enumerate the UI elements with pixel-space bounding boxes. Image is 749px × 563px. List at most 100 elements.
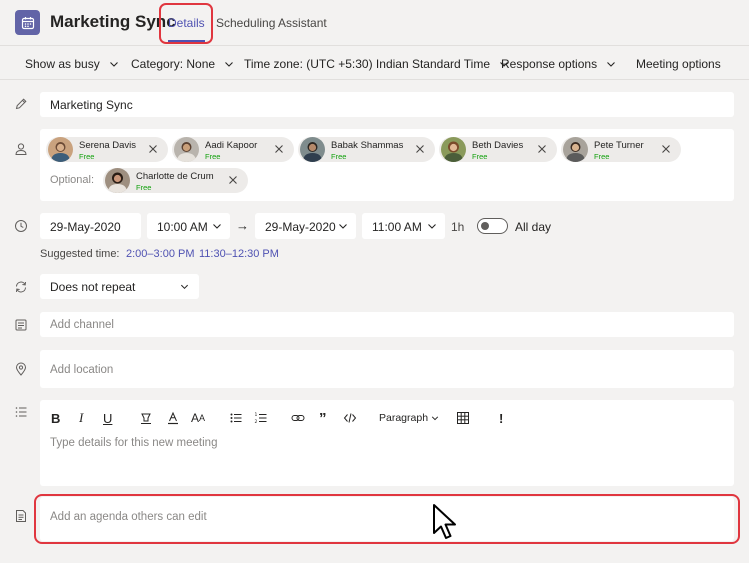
start-date-picker[interactable]: 29-May-2020 [40,213,141,239]
paragraph-style-dropdown[interactable]: Paragraph [379,410,439,426]
category-dropdown[interactable]: Category: None [131,57,234,71]
quote-button[interactable]: ” [319,410,327,427]
details-tab-highlight [159,3,213,44]
time-zone-dropdown[interactable]: Time zone: (UTC +5:30) Indian Standard T… [244,57,509,71]
remove-attendee-icon[interactable] [148,144,158,154]
avatar [441,137,466,162]
font-color-button[interactable] [166,410,180,426]
arrow-right-icon: → [236,218,249,233]
show-as-label: Show as busy [25,57,100,71]
code-button[interactable] [343,410,357,426]
attendee-chip: Aadi Kapoor Free [172,137,294,162]
attendee-chip: Serena Davis Free [46,137,168,162]
location-pin-icon [15,362,27,376]
end-date-picker[interactable]: 29-May-2020 [255,213,356,239]
attendee-status: Free [594,152,610,161]
bulleted-list-button[interactable] [229,410,243,426]
chevron-down-icon [607,62,615,67]
attendee-name: Charlotte de Crum [136,171,214,182]
optional-label: Optional: [50,174,95,186]
calendar-icon [21,16,34,29]
all-day-label: All day [515,220,552,234]
attendee-status: Free [136,183,152,192]
location-input[interactable]: Add location [40,350,734,388]
end-date-value: 29-May-2020 [265,220,336,234]
agenda-notes-icon [16,510,26,522]
response-options-dropdown[interactable]: Response options [501,57,616,71]
table-icon [457,412,469,424]
attendee-name: Pete Turner [594,140,644,151]
optional-attendee-chip: Charlotte de Crum Free [103,168,248,193]
bulleted-list-icon [230,413,242,423]
tab-scheduling-assistant[interactable]: Scheduling Assistant [216,16,327,30]
italic-button[interactable]: I [79,410,83,426]
bold-button[interactable]: B [51,410,60,426]
list-icon [15,407,27,417]
attendee-name: Serena Davis [79,140,137,151]
duration-label: 1h [451,220,465,234]
response-options-label: Response options [501,57,598,71]
remove-attendee-icon[interactable] [661,144,671,154]
meeting-title-value: Marketing Sync [50,98,133,112]
avatar [563,137,588,162]
start-date-value: 29-May-2020 [50,220,121,234]
end-time-dropdown[interactable]: 11:00 AM [362,213,445,239]
editor-placeholder: Type details for this new meeting [50,437,218,449]
meeting-options-button[interactable]: Meeting options [636,57,721,71]
insert-table-button[interactable] [456,410,470,426]
clock-icon [15,220,27,232]
mouse-pointer-icon [433,504,456,539]
chevron-down-icon [109,62,118,67]
remove-attendee-icon[interactable] [537,144,547,154]
numbered-list-button[interactable]: 12 [254,410,268,426]
chevron-down-icon [428,224,436,229]
avatar [105,168,130,193]
chevron-down-icon [180,284,189,290]
suggested-time-option[interactable]: 11:30–12:30 PM [199,248,279,260]
attendee-status: Free [472,152,488,161]
paragraph-label: Paragraph [379,412,429,424]
calendar-app-icon [15,10,40,35]
agenda-highlight [34,494,740,544]
channel-icon [15,319,27,331]
remove-attendee-icon[interactable] [274,144,284,154]
attendee-chip: Pete Turner Free [561,137,681,162]
suggested-time-option[interactable]: 2:00–3:00 PM [126,248,195,260]
highlight-button[interactable] [139,410,153,426]
attendee-status: Free [205,152,221,161]
meeting-details-editor[interactable]: B I U AA 12 ” Paragraph ! Type details f… [40,400,734,486]
repeat-dropdown[interactable]: Does not repeat [40,274,199,299]
all-day-toggle[interactable] [477,218,508,234]
chevron-down-icon [431,416,439,421]
attendee-status: Free [331,152,347,161]
link-icon [291,415,305,421]
location-placeholder: Add location [50,364,114,376]
numbered-list-icon: 12 [255,412,267,425]
meeting-toolbar: Show as busy Category: None Time zone: (… [0,47,749,80]
chevron-down-icon [339,224,347,229]
svg-text:1: 1 [255,412,258,418]
attendee-chip: Beth Davies Free [439,137,557,162]
font-size-icon[interactable]: AA [191,410,205,426]
underline-button[interactable]: U [103,410,112,426]
attendee-name: Babak Shammas [331,140,404,151]
category-label: Category: None [131,57,216,71]
time-zone-label: Time zone: (UTC +5:30) Indian Standard T… [244,57,490,71]
start-time-dropdown[interactable]: 10:00 AM [147,213,230,239]
channel-input[interactable]: Add channel [40,312,734,337]
code-icon [343,413,357,423]
start-time-value: 10:00 AM [157,220,208,234]
remove-attendee-icon[interactable] [228,175,238,185]
mark-important-button[interactable]: ! [499,410,503,426]
attendee-chip: Babak Shammas Free [298,137,435,162]
chevron-down-icon [225,62,233,67]
meeting-title-input[interactable]: Marketing Sync [40,92,734,117]
remove-attendee-icon[interactable] [415,144,425,154]
pencil-icon [15,98,27,110]
avatar [48,137,73,162]
insert-link-button[interactable] [291,410,305,426]
font-color-icon [168,411,178,425]
show-as-dropdown[interactable]: Show as busy [25,57,119,71]
title-bar: Marketing Sync Details Scheduling Assist… [0,0,749,46]
person-icon [15,143,27,155]
